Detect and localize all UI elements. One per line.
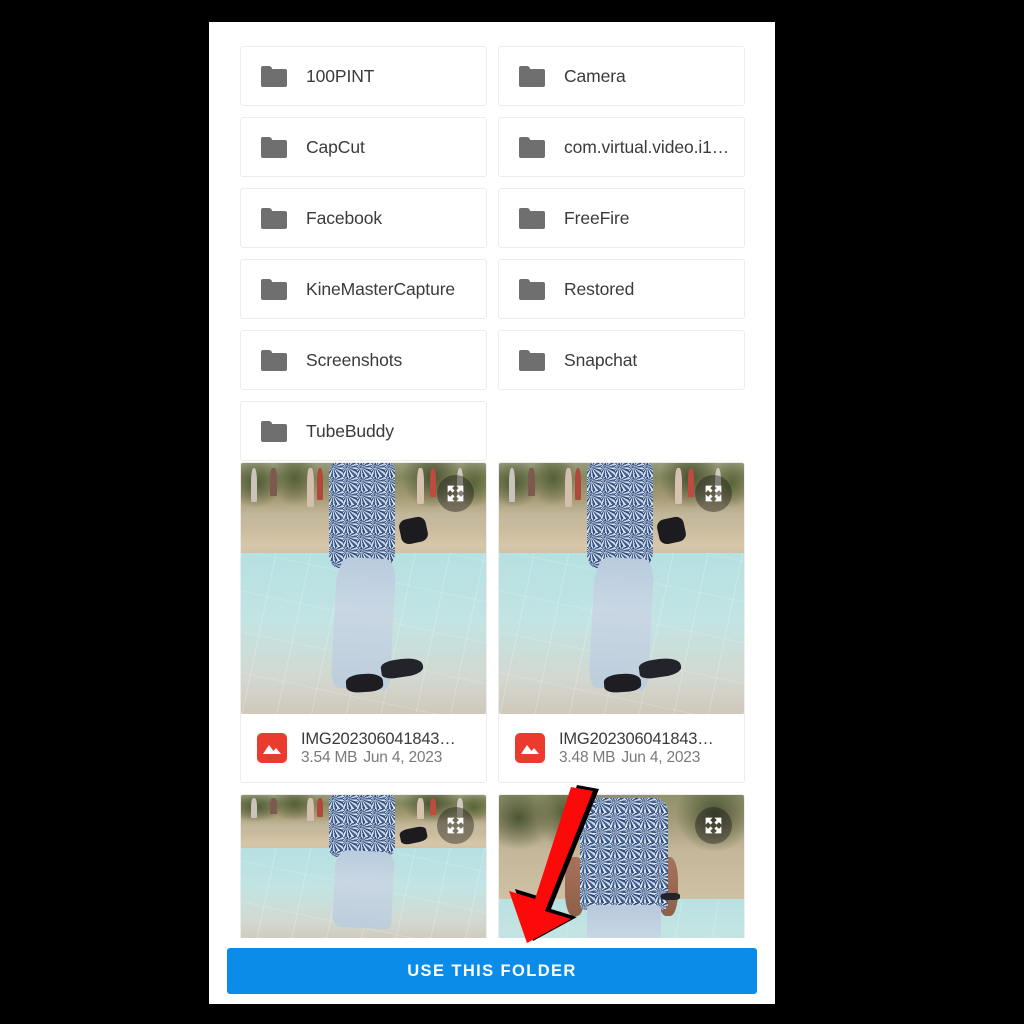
folder-icon <box>261 349 287 371</box>
folder-item-freefire[interactable]: FreeFire <box>498 188 745 248</box>
folder-item-kinemastercapture[interactable]: KineMasterCapture <box>240 259 487 319</box>
image-file-icon <box>515 733 545 763</box>
folder-item-restored[interactable]: Restored <box>498 259 745 319</box>
folder-item-capcut[interactable]: CapCut <box>240 117 487 177</box>
file-subtext: 3.54 MB Jun 4, 2023 <box>301 749 442 766</box>
folder-item-com-virtual-video[interactable]: com.virtual.video.i1… <box>498 117 745 177</box>
folder-item-screenshots[interactable]: Screenshots <box>240 330 487 390</box>
folder-item-tubebuddy[interactable]: TubeBuddy <box>240 401 487 461</box>
folder-label: 100PINT <box>306 65 375 86</box>
file-subtext: 3.48 MB Jun 4, 2023 <box>559 749 700 766</box>
folder-label: KineMasterCapture <box>306 278 456 299</box>
file-size: 3.54 MB <box>301 748 358 766</box>
folder-label: Facebook <box>306 207 383 228</box>
folder-icon <box>519 207 545 229</box>
file-thumbnail[interactable] <box>241 463 486 714</box>
expand-icon[interactable] <box>437 807 474 844</box>
folder-icon <box>261 65 287 87</box>
folder-icon <box>261 278 287 300</box>
folder-label: TubeBuddy <box>306 420 394 441</box>
folder-icon <box>519 278 545 300</box>
folder-label: com.virtual.video.i1… <box>564 136 730 157</box>
folder-item-facebook[interactable]: Facebook <box>240 188 487 248</box>
expand-icon[interactable] <box>437 475 474 512</box>
folder-icon <box>261 207 287 229</box>
folder-icon <box>519 349 545 371</box>
file-meta: IMG202306041843… 3.54 MB Jun 4, 2023 <box>241 714 486 782</box>
action-bar: USE THIS FOLDER <box>209 938 775 1004</box>
folder-icon <box>519 136 545 158</box>
file-date: Jun 4, 2023 <box>363 748 443 766</box>
file-size: 3.48 MB <box>559 748 616 766</box>
image-file-icon <box>257 733 287 763</box>
file-item[interactable] <box>240 794 487 938</box>
folder-item-snapchat[interactable]: Snapchat <box>498 330 745 390</box>
folder-label: Snapchat <box>564 349 638 370</box>
folder-icon <box>519 65 545 87</box>
use-this-folder-button[interactable]: USE THIS FOLDER <box>227 948 757 994</box>
expand-icon[interactable] <box>695 807 732 844</box>
file-name: IMG202306041843… <box>559 729 714 748</box>
folder-label: CapCut <box>306 136 365 157</box>
folder-icon <box>261 420 287 442</box>
file-meta: IMG202306041843… 3.48 MB Jun 4, 2023 <box>499 714 744 782</box>
file-picker-panel: 100PINT Camera CapCut com.virtual.video.… <box>209 22 775 1004</box>
file-thumbnail[interactable] <box>241 795 486 938</box>
file-item[interactable]: IMG202306041843… 3.48 MB Jun 4, 2023 <box>498 462 745 783</box>
file-item[interactable]: IMG202306041843… 3.54 MB Jun 4, 2023 <box>240 462 487 783</box>
folder-grid: 100PINT Camera CapCut com.virtual.video.… <box>240 46 745 461</box>
screen-root: 100PINT Camera CapCut com.virtual.video.… <box>0 0 1024 1024</box>
file-grid: IMG202306041843… 3.54 MB Jun 4, 2023 IMG… <box>240 462 745 938</box>
scroll-content[interactable]: 100PINT Camera CapCut com.virtual.video.… <box>209 22 775 938</box>
folder-label: Camera <box>564 65 626 86</box>
file-thumbnail[interactable] <box>499 795 744 938</box>
folder-item-100pint[interactable]: 100PINT <box>240 46 487 106</box>
file-item[interactable] <box>498 794 745 938</box>
expand-icon[interactable] <box>695 475 732 512</box>
file-name: IMG202306041843… <box>301 729 456 748</box>
folder-item-camera[interactable]: Camera <box>498 46 745 106</box>
folder-label: Screenshots <box>306 349 403 370</box>
folder-label: FreeFire <box>564 207 630 228</box>
file-thumbnail[interactable] <box>499 463 744 714</box>
folder-label: Restored <box>564 278 635 299</box>
folder-icon <box>261 136 287 158</box>
file-date: Jun 4, 2023 <box>621 748 701 766</box>
